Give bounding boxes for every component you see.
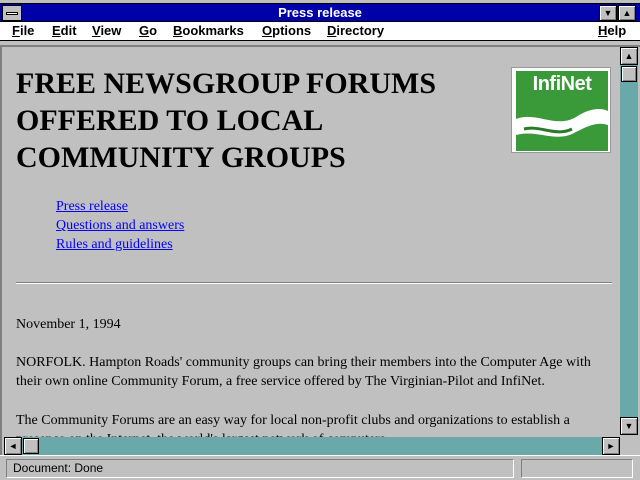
horizontal-scrollbar[interactable]: ◄ ► [4,437,620,455]
status-bar: Document: Done [0,455,640,480]
document-frame: FREE NEWSGROUP FORUMS OFFERED TO LOCAL C… [0,45,640,455]
menu-options-rest: ptions [272,23,312,38]
menu-go[interactable]: Go [139,23,157,39]
document-content: FREE NEWSGROUP FORUMS OFFERED TO LOCAL C… [4,49,620,437]
menu-help-rest: elp [607,23,627,38]
page-headline: FREE NEWSGROUP FORUMS OFFERED TO LOCAL C… [16,67,437,174]
scroll-right-button[interactable]: ► [602,437,620,455]
link-questions-answers[interactable]: Questions and answers [56,216,184,235]
horizontal-scroll-thumb[interactable] [23,438,39,454]
menu-edit[interactable]: Edit [52,23,77,39]
press-date: November 1, 1994 [16,317,121,332]
maximize-button[interactable]: ▲ [618,5,636,21]
arrow-down-icon: ▼ [624,421,634,431]
menu-go-accel: G [139,23,150,38]
horizontal-scroll-track[interactable] [22,437,602,455]
link-rules-guidelines[interactable]: Rules and guidelines [56,235,184,254]
menu-view-rest: iew [100,23,122,38]
vertical-scroll-thumb[interactable] [621,66,637,82]
menu-edit-accel: E [52,23,61,38]
paragraph-2: The Community Forums are an easy way for… [16,413,570,437]
menu-help-accel: H [598,23,608,38]
progress-indicator [521,459,633,478]
title-bar[interactable]: Press release ▼ ▲ [0,3,640,22]
menu-bookmarks-rest: ookmarks [182,23,244,38]
menu-bookmarks[interactable]: Bookmarks [173,23,244,39]
logo-graphic: InfiNet [516,71,608,151]
maximize-icon: ▲ [622,8,632,18]
window-title: Press release [278,5,362,20]
arrow-left-icon: ◄ [8,441,18,451]
arrow-up-icon: ▲ [624,51,634,61]
scroll-up-button[interactable]: ▲ [620,47,638,65]
menu-bar: File Edit View Go Bookmarks Options Dire… [0,22,640,41]
menu-directory-accel: D [327,23,337,38]
menu-options[interactable]: Options [262,23,311,39]
scroll-down-button[interactable]: ▼ [620,417,638,435]
vertical-scroll-track[interactable] [620,65,638,417]
horizontal-rule [16,282,612,284]
logo-text: InfiNet [532,73,592,95]
scroll-left-button[interactable]: ◄ [4,437,22,455]
menu-view[interactable]: View [92,23,121,39]
menu-help[interactable]: Help [598,23,626,39]
infinet-logo: InfiNet [511,67,611,153]
browser-window: Press release ▼ ▲ File Edit View Go Book… [0,0,640,480]
minimize-icon: ▼ [603,8,613,18]
paragraph-1: NORFOLK. Hampton Roads' community groups… [16,355,591,389]
menu-options-accel: O [262,23,273,38]
link-press-release[interactable]: Press release [56,197,184,216]
status-text: Document: Done [6,459,514,478]
menu-directory[interactable]: Directory [327,23,384,39]
menu-file[interactable]: File [12,23,34,39]
menu-file-accel: F [12,23,20,38]
arrow-right-icon: ► [606,441,616,451]
vertical-scrollbar[interactable]: ▲ ▼ [620,47,640,437]
menu-file-rest: ile [19,23,35,38]
menu-edit-rest: dit [60,23,77,38]
menu-directory-rest: irectory [336,23,385,38]
menu-bookmarks-accel: B [173,23,183,38]
nav-links: Press release Questions and answers Rule… [56,197,184,254]
menu-go-rest: o [149,23,158,38]
minimize-button[interactable]: ▼ [599,5,617,21]
